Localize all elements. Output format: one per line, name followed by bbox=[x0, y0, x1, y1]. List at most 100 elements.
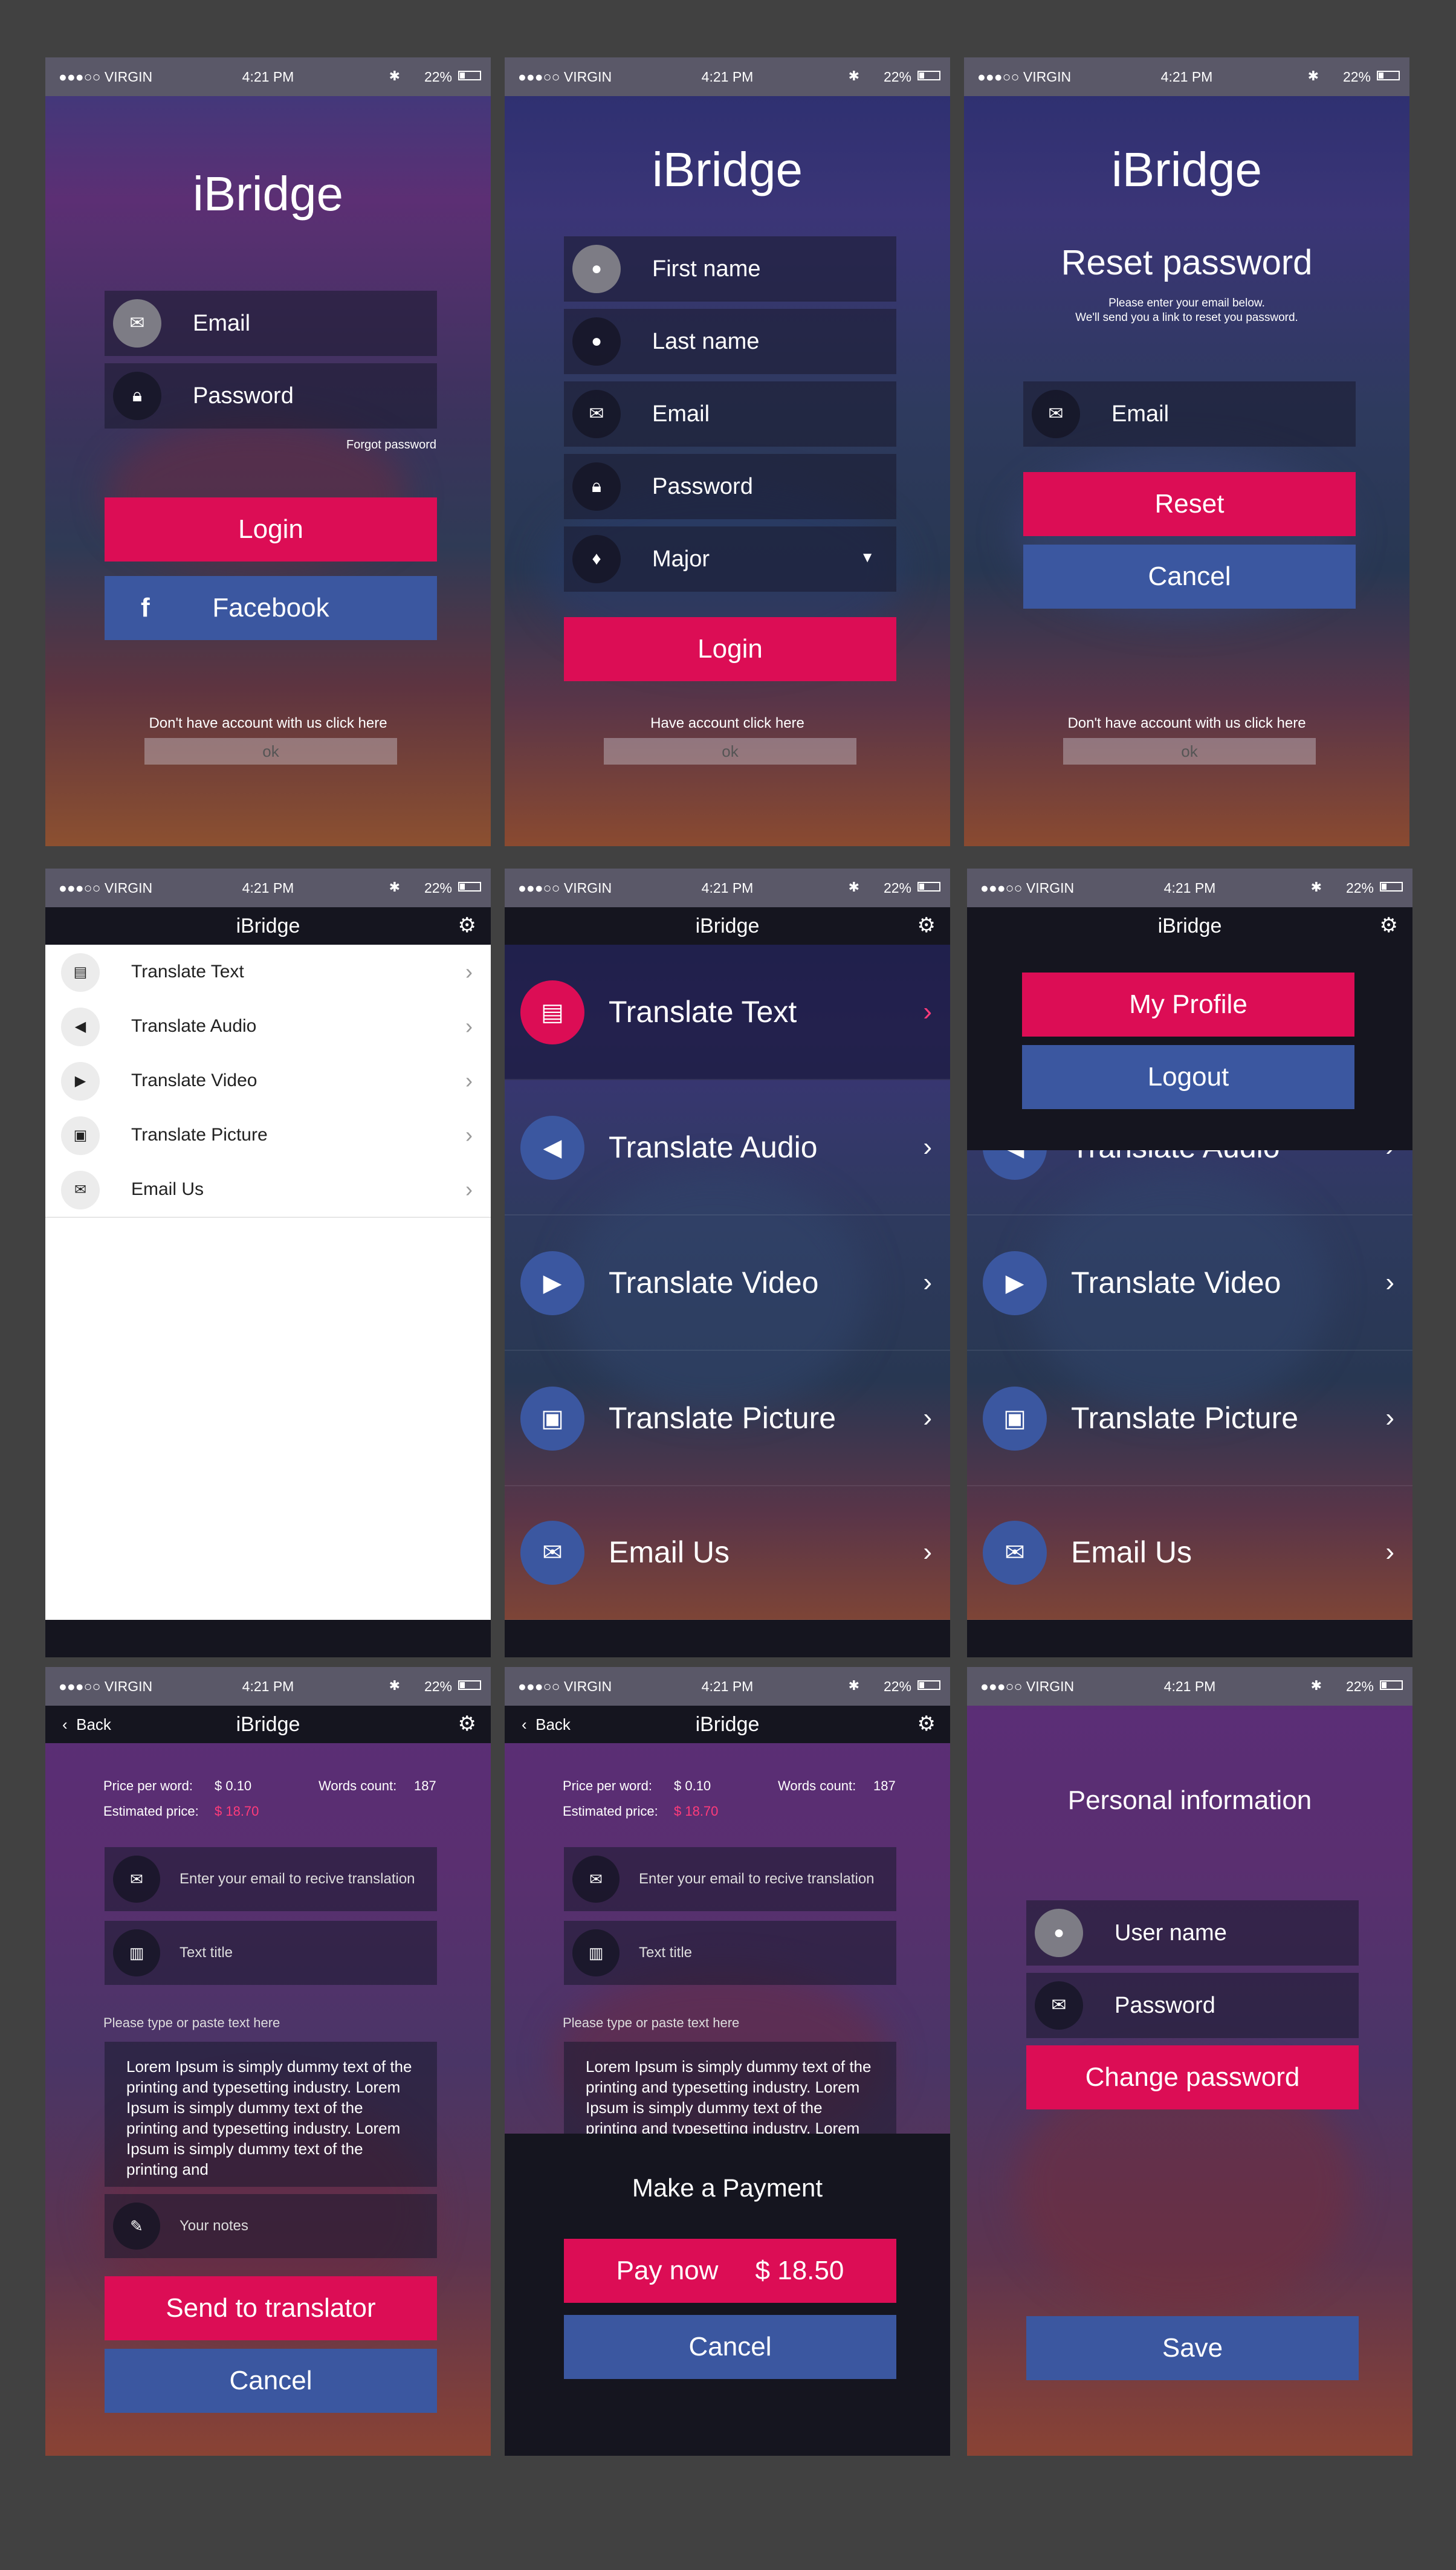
gear-icon[interactable]: ⚙ bbox=[458, 914, 476, 936]
menu-item-label: Translate Text bbox=[609, 995, 797, 1029]
password-field[interactable]: 🔒︎ Password bbox=[105, 363, 437, 429]
password-field[interactable]: ✉ Password bbox=[1026, 1973, 1359, 2038]
menu-item-translate-video[interactable]: ▶ Translate Video › bbox=[505, 1215, 950, 1351]
status-bar: ●●●○○ VIRGIN 4:21 PM ✱ 22% bbox=[967, 869, 1412, 907]
ok-button[interactable]: ok bbox=[1063, 738, 1316, 765]
logout-button[interactable]: Logout bbox=[1022, 1045, 1354, 1109]
ok-button[interactable]: ok bbox=[604, 738, 856, 765]
picture-icon: ▣ bbox=[520, 1387, 584, 1451]
cancel-button[interactable]: Cancel bbox=[564, 2315, 896, 2379]
gear-icon[interactable]: ⚙ bbox=[1380, 914, 1398, 936]
notes-input[interactable]: ✎ Your notes bbox=[105, 2194, 437, 2258]
gear-icon[interactable]: ⚙ bbox=[917, 914, 936, 936]
major-select[interactable]: ♦ Major ▼ bbox=[564, 526, 896, 592]
email-input[interactable]: ✉ Enter your email to recive translation bbox=[105, 1847, 437, 1911]
save-button[interactable]: Save bbox=[1026, 2316, 1359, 2380]
user-icon: ● bbox=[572, 245, 621, 293]
login-button[interactable]: Login bbox=[564, 617, 896, 681]
mail-icon: ✉ bbox=[1035, 1981, 1083, 2030]
menu-item-translate-picture[interactable]: ▣ Translate Picture › bbox=[45, 1108, 491, 1164]
pay-now-button[interactable]: Pay now $ 18.50 bbox=[564, 2239, 896, 2303]
status-bar: ●●●○○ VIRGIN 4:21 PM ✱ 22% bbox=[964, 57, 1409, 96]
send-to-translator-button[interactable]: Send to translator bbox=[105, 2276, 437, 2340]
menu-item-email-us[interactable]: ✉ Email Us › bbox=[505, 1485, 950, 1620]
chevron-right-icon: › bbox=[923, 997, 932, 1026]
menu-item-translate-video[interactable]: ▶ Translate Video › bbox=[967, 1215, 1412, 1351]
price-value: $ 0.10 bbox=[215, 1778, 252, 1793]
battery-label: 22% bbox=[424, 69, 452, 85]
cancel-button[interactable]: Cancel bbox=[105, 2349, 437, 2413]
menu-item-label: Translate Video bbox=[131, 1070, 257, 1090]
pencil-icon: ✎ bbox=[113, 2203, 160, 2250]
menu-item-label: Translate Picture bbox=[609, 1401, 836, 1435]
username-field[interactable]: ● User name bbox=[1026, 1900, 1359, 1966]
signup-link[interactable]: Don't have account with us click here bbox=[45, 715, 491, 732]
play-icon: ▶ bbox=[520, 1251, 584, 1315]
text-title-input[interactable]: ▥ Text title bbox=[105, 1921, 437, 1985]
email-input-placeholder: Enter your email to recive translation bbox=[180, 1871, 415, 1887]
text-title-placeholder: Text title bbox=[180, 1944, 233, 1961]
menu-item-translate-picture[interactable]: ▣ Translate Picture › bbox=[967, 1351, 1412, 1486]
battery-icon bbox=[1377, 71, 1400, 80]
have-account-link[interactable]: Have account click here bbox=[505, 715, 950, 732]
first-name-field[interactable]: ● First name bbox=[564, 236, 896, 302]
last-name-field[interactable]: ● Last name bbox=[564, 309, 896, 374]
paste-hint: Please type or paste text here bbox=[103, 2015, 280, 2030]
text-title-input[interactable]: ▥ Text title bbox=[564, 1921, 896, 1985]
email-field[interactable]: ✉ Email bbox=[105, 291, 437, 356]
menu-item-email-us[interactable]: ✉ Email Us › bbox=[967, 1485, 1412, 1620]
cancel-button[interactable]: Cancel bbox=[1023, 545, 1356, 609]
email-field[interactable]: ✉ Email bbox=[564, 381, 896, 447]
battery-icon bbox=[458, 882, 481, 892]
forgot-password-link[interactable]: Forgot password bbox=[346, 438, 436, 452]
gear-icon[interactable]: ⚙ bbox=[458, 1713, 476, 1735]
chevron-right-icon: › bbox=[465, 1014, 473, 1038]
profile-dropdown: iBridge ⚙ My Profile Logout bbox=[967, 907, 1412, 1150]
username-label: User name bbox=[1115, 1920, 1227, 1946]
menu-item-translate-audio[interactable]: ◀ Translate Audio › bbox=[45, 999, 491, 1055]
password-field[interactable]: 🔒︎ Password bbox=[564, 454, 896, 519]
my-profile-button[interactable]: My Profile bbox=[1022, 973, 1354, 1037]
personal-info-screen: ●●●○○ VIRGIN 4:21 PM ✱ 22% Personal info… bbox=[967, 1667, 1412, 2456]
speaker-icon: ◀ bbox=[520, 1116, 584, 1180]
menu-item-label: Translate Audio bbox=[131, 1016, 257, 1036]
user-icon: ● bbox=[572, 317, 621, 366]
ok-button[interactable]: ok bbox=[144, 738, 397, 765]
status-bar: ●●●○○ VIRGIN 4:21 PM ✱ 22% bbox=[505, 869, 950, 907]
gear-icon[interactable]: ⚙ bbox=[917, 1713, 936, 1735]
menu-item-translate-audio[interactable]: ◀ Translate Audio › bbox=[505, 1080, 950, 1215]
estimated-label: Estimated price: bbox=[563, 1804, 658, 1819]
menu-item-label: Translate Picture bbox=[1071, 1401, 1299, 1435]
change-password-button[interactable]: Change password bbox=[1026, 2045, 1359, 2109]
menu-item-label: Translate Video bbox=[1071, 1266, 1281, 1300]
bottom-bar bbox=[505, 1620, 950, 1657]
menu-item-label: Translate Picture bbox=[131, 1125, 268, 1145]
reset-instructions-line2: We'll send you a link to reset you passw… bbox=[1075, 311, 1298, 324]
email-field[interactable]: ✉ Email bbox=[1023, 381, 1356, 447]
menu-item-label: Email Us bbox=[1071, 1535, 1192, 1569]
picture-icon: ▣ bbox=[61, 1116, 100, 1155]
nav-title: iBridge bbox=[695, 914, 760, 937]
bluetooth-icon: ✱ bbox=[848, 879, 859, 895]
login-screen: ●●●○○ VIRGIN 4:21 PM ✱ 22% iBridge ✉ Ema… bbox=[45, 57, 491, 846]
reset-button[interactable]: Reset bbox=[1023, 472, 1356, 536]
menu-item-translate-text[interactable]: ▤ Translate Text › bbox=[505, 945, 950, 1080]
menu-item-email-us[interactable]: ✉ Email Us › bbox=[45, 1162, 491, 1218]
picture-icon: ▣ bbox=[983, 1387, 1047, 1451]
mail-icon: ✉ bbox=[572, 390, 621, 438]
status-bar: ●●●○○ VIRGIN 4:21 PM ✱ 22% bbox=[505, 1667, 950, 1706]
password-field-label: Password bbox=[1115, 1993, 1215, 2018]
bluetooth-icon: ✱ bbox=[848, 1678, 859, 1693]
mail-icon: ✉ bbox=[113, 1856, 160, 1903]
menu-item-translate-picture[interactable]: ▣ Translate Picture › bbox=[505, 1351, 950, 1486]
nav-title: iBridge bbox=[1157, 914, 1222, 937]
login-button[interactable]: Login bbox=[105, 497, 437, 562]
mail-icon: ✉ bbox=[113, 299, 161, 348]
signup-link[interactable]: Don't have account with us click here bbox=[964, 715, 1409, 732]
email-input[interactable]: ✉ Enter your email to recive translation bbox=[564, 1847, 896, 1911]
facebook-button[interactable]: f Facebook bbox=[105, 576, 437, 640]
menu-item-translate-video[interactable]: ▶ Translate Video › bbox=[45, 1054, 491, 1109]
text-body-textarea[interactable]: Lorem Ipsum is simply dummy text of the … bbox=[105, 2042, 437, 2187]
menu-item-translate-text[interactable]: ▤ Translate Text › bbox=[45, 945, 491, 1000]
words-label: Words count: bbox=[319, 1778, 397, 1793]
